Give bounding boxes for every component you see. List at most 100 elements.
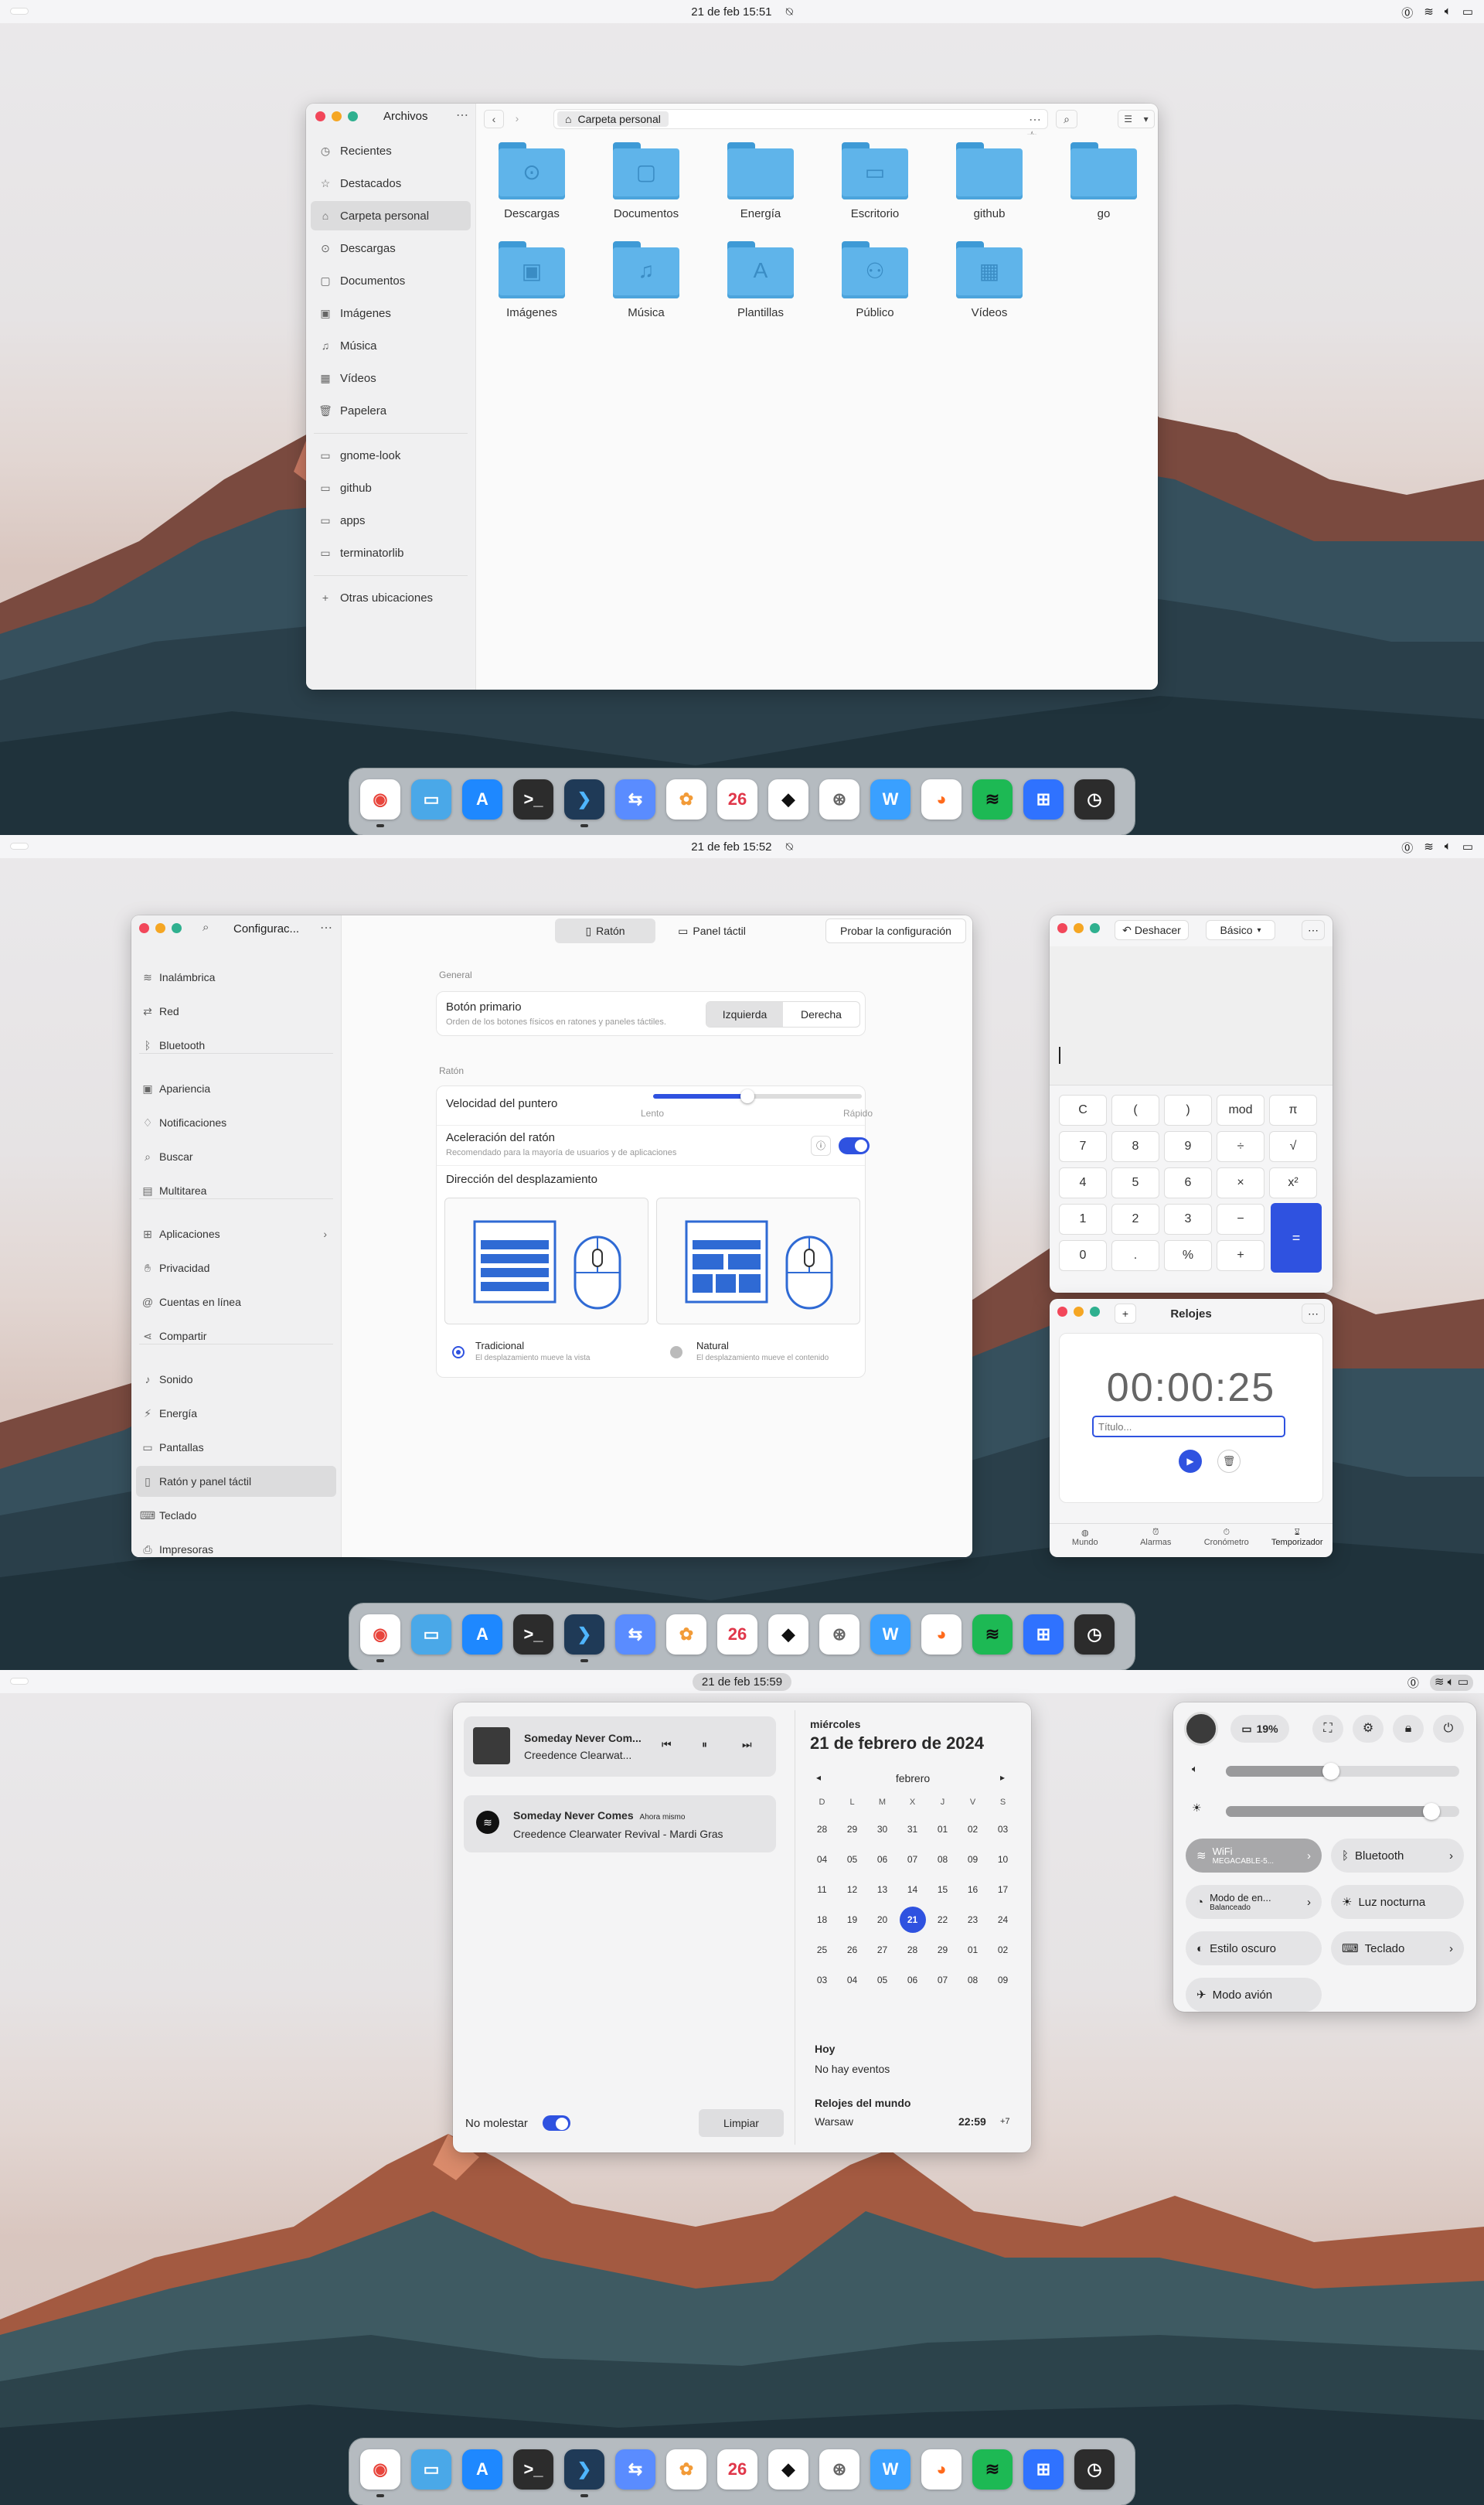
- calendar-day[interactable]: 18: [807, 1904, 837, 1934]
- dock-app-spotify[interactable]: ≋: [972, 779, 1013, 820]
- equals-button[interactable]: =: [1271, 1203, 1322, 1273]
- pause-button[interactable]: ⏸︎: [702, 1738, 707, 1751]
- calendar-day[interactable]: 09: [958, 1844, 988, 1874]
- calendar-day[interactable]: 03: [807, 1965, 837, 1995]
- sidebar-item-4[interactable]: ▢ Documentos: [311, 266, 471, 295]
- calc-key[interactable]: 4: [1059, 1167, 1107, 1198]
- dock-app-steam[interactable]: ⊛: [819, 779, 859, 820]
- other-locations-item[interactable]: + Otras ubicaciones: [311, 583, 471, 612]
- natural-option[interactable]: [656, 1198, 860, 1324]
- calc-key[interactable]: +: [1217, 1240, 1264, 1271]
- volume-slider[interactable]: [1226, 1763, 1459, 1780]
- calendar-day[interactable]: 08: [928, 1844, 958, 1874]
- top-bar-clock[interactable]: 21 de feb 15:59: [0, 1673, 1484, 1691]
- power-mode-toggle[interactable]: ◔ Modo de en... Balanceado ›: [1186, 1885, 1322, 1919]
- settings-item-11[interactable]: ♪ Sonido: [136, 1364, 336, 1395]
- calendar-day[interactable]: 10: [988, 1844, 1018, 1874]
- calendar-day[interactable]: 12: [837, 1874, 867, 1904]
- calendar-day[interactable]: 13: [867, 1874, 897, 1904]
- path-bar[interactable]: ⌂ Carpeta personal ⋯: [553, 109, 1048, 129]
- dock-app-files[interactable]: ▭: [411, 2449, 451, 2490]
- menu-icon[interactable]: ⋯: [320, 920, 332, 936]
- maximize-button[interactable]: [1090, 923, 1100, 933]
- calc-key[interactable]: 7: [1059, 1131, 1107, 1162]
- chevron-right-icon[interactable]: ›: [1307, 1849, 1311, 1863]
- calendar-day[interactable]: 29: [837, 1814, 867, 1844]
- dock-app-files[interactable]: ▭: [411, 1614, 451, 1655]
- minimize-button[interactable]: [332, 111, 342, 121]
- calendar-day[interactable]: 19: [837, 1904, 867, 1934]
- dark-style-toggle[interactable]: ◐ Estilo oscuro: [1186, 1931, 1322, 1965]
- folder-item[interactable]: A Plantillas: [714, 241, 807, 319]
- calendar-day[interactable]: 22: [928, 1904, 958, 1934]
- chevron-right-icon[interactable]: ›: [1307, 1896, 1311, 1909]
- calendar-day[interactable]: 23: [958, 1904, 988, 1934]
- system-tray[interactable]: ⓪ ≋ 🔈︎ ▭: [1401, 840, 1473, 856]
- dock-app-settings[interactable]: ⇆: [615, 779, 655, 820]
- calc-key[interactable]: 0: [1059, 1240, 1107, 1271]
- calendar-day[interactable]: 27: [867, 1934, 897, 1965]
- calendar-day[interactable]: 29: [928, 1934, 958, 1965]
- avatar[interactable]: [1184, 1712, 1218, 1746]
- brightness-slider[interactable]: [1226, 1803, 1459, 1820]
- pointer-speed-slider[interactable]: [653, 1089, 862, 1103]
- dock-app-clock[interactable]: ◷: [1074, 779, 1115, 820]
- calendar-day[interactable]: 08: [958, 1965, 988, 1995]
- dock-app-calculator[interactable]: ⊞: [1023, 2449, 1064, 2490]
- settings-item-0[interactable]: ≋ Inalámbrica: [136, 962, 336, 993]
- forward-button[interactable]: ›: [507, 110, 527, 128]
- settings-item-7[interactable]: ⊞ Aplicaciones ›: [136, 1218, 336, 1249]
- calendar-day[interactable]: 05: [837, 1844, 867, 1874]
- calculator-menu-button[interactable]: ⋯: [1302, 920, 1325, 940]
- dock-app-vscode[interactable]: ❯: [564, 779, 604, 820]
- keyboard-toggle[interactable]: ⌨︎ Teclado ›: [1331, 1931, 1464, 1965]
- calendar-day[interactable]: 26: [837, 1934, 867, 1965]
- settings-item-6[interactable]: ▤ Multitarea: [136, 1175, 336, 1206]
- nav-alarms[interactable]: ⏰︎ Alarmas: [1121, 1524, 1192, 1557]
- next-month-button[interactable]: ▸: [1000, 1772, 1005, 1783]
- clocks-menu-button[interactable]: ⋯: [1302, 1304, 1325, 1324]
- calendar-day[interactable]: 24: [988, 1904, 1018, 1934]
- next-track-button[interactable]: ⏭︎: [742, 1738, 752, 1751]
- dock-app-vscode[interactable]: ❯: [564, 1614, 604, 1655]
- calendar-day[interactable]: 20: [867, 1904, 897, 1934]
- close-button[interactable]: [139, 923, 149, 933]
- calendar-day[interactable]: 01: [958, 1934, 988, 1965]
- dock-app-settings[interactable]: ⇆: [615, 2449, 655, 2490]
- tab-touchpad[interactable]: ▭ Panel táctil: [662, 918, 762, 943]
- calc-key[interactable]: ): [1164, 1095, 1212, 1126]
- sidebar-item-7[interactable]: ▦ Vídeos: [311, 363, 471, 393]
- calendar-day[interactable]: 03: [988, 1814, 1018, 1844]
- dock-app-calendar[interactable]: 26: [717, 2449, 757, 2490]
- close-button[interactable]: [1057, 923, 1067, 933]
- dock-app-calculator[interactable]: ⊞: [1023, 779, 1064, 820]
- dock-app-app-store[interactable]: A: [462, 2449, 502, 2490]
- calc-key[interactable]: √: [1269, 1131, 1317, 1162]
- nav-timer[interactable]: ⌛︎ Temporizador: [1262, 1524, 1333, 1557]
- minimize-button[interactable]: [1074, 923, 1084, 933]
- bluetooth-toggle[interactable]: ᛒ Bluetooth ›: [1331, 1839, 1464, 1873]
- settings-button[interactable]: ⚙︎: [1353, 1715, 1384, 1743]
- wifi-toggle[interactable]: ≋ WiFi MEGACABLE-5... ›: [1186, 1839, 1322, 1873]
- chevron-right-icon[interactable]: ›: [1449, 1849, 1453, 1863]
- dock-app-chrome[interactable]: ◉: [360, 2449, 400, 2490]
- search-icon[interactable]: ⌕: [203, 921, 209, 934]
- clear-button[interactable]: Limpiar: [699, 2109, 784, 2137]
- dock-app-files[interactable]: ▭: [411, 779, 451, 820]
- maximize-button[interactable]: [348, 111, 358, 121]
- calc-key[interactable]: .: [1111, 1240, 1159, 1271]
- dock-app-firefox[interactable]: ◕: [921, 2449, 962, 2490]
- settings-item-9[interactable]: @ Cuentas en línea: [136, 1287, 336, 1317]
- folder-item[interactable]: github: [943, 142, 1036, 220]
- undo-button[interactable]: ↶ Deshacer: [1115, 920, 1189, 940]
- system-tray[interactable]: ⓪ ≋ 🔈︎ ▭: [1401, 5, 1473, 21]
- dock-app-writer[interactable]: W: [870, 2449, 910, 2490]
- dock-app-writer[interactable]: W: [870, 1614, 910, 1655]
- calc-key[interactable]: 6: [1164, 1167, 1212, 1198]
- calendar-day[interactable]: 07: [897, 1844, 928, 1874]
- traditional-option[interactable]: [444, 1198, 648, 1324]
- folder-item[interactable]: ▦ Vídeos: [943, 241, 1036, 319]
- calendar-day[interactable]: 17: [988, 1874, 1018, 1904]
- dock-app-firefox[interactable]: ◕: [921, 779, 962, 820]
- dock-app-terminal[interactable]: >_: [513, 2449, 553, 2490]
